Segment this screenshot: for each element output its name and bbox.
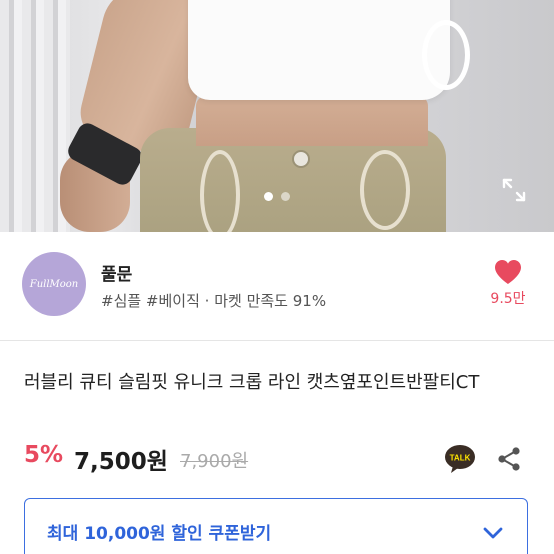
discount-rate: 5% [24,442,64,468]
gallery-dot[interactable] [264,192,273,201]
heart-icon [495,260,521,284]
model-crop-top [188,0,450,100]
pants-button [292,150,310,168]
chevron-down-icon[interactable] [481,521,505,545]
like-button[interactable]: 9.5만 [486,258,530,314]
kakaotalk-icon[interactable]: TALK [444,444,476,474]
shirt-side-cord [422,20,470,90]
shop-logo-text: FullMoon [29,278,79,290]
shop-tags: #심플 #베이직 · 마켓 만족도 91% [101,292,327,310]
original-price: 7,900원 [180,451,249,472]
pants-drawstring-left [200,150,240,232]
expand-icon[interactable] [500,176,528,204]
like-count: 9.5만 [490,291,526,307]
pants-drawstring-right [360,150,410,230]
sale-price: 7,500원 [74,449,168,475]
coupon-download-button[interactable]: 최대 10,000원 할인 쿠폰받기 [24,498,528,554]
section-divider [0,340,554,341]
shop-logo[interactable]: FullMoon [22,252,86,316]
shop-name[interactable]: 풀문 [101,260,132,285]
gallery-dot[interactable] [281,192,290,201]
gallery-pagination [0,192,554,201]
share-icon[interactable] [496,446,522,472]
product-title: 러블리 큐티 슬림핏 유니크 크롭 라인 캣츠옆포인트반팔티CT [24,372,480,393]
coupon-label: 최대 10,000원 할인 쿠폰받기 [47,524,272,544]
kakaotalk-icon-label: TALK [450,454,471,463]
model-waist [196,96,428,146]
